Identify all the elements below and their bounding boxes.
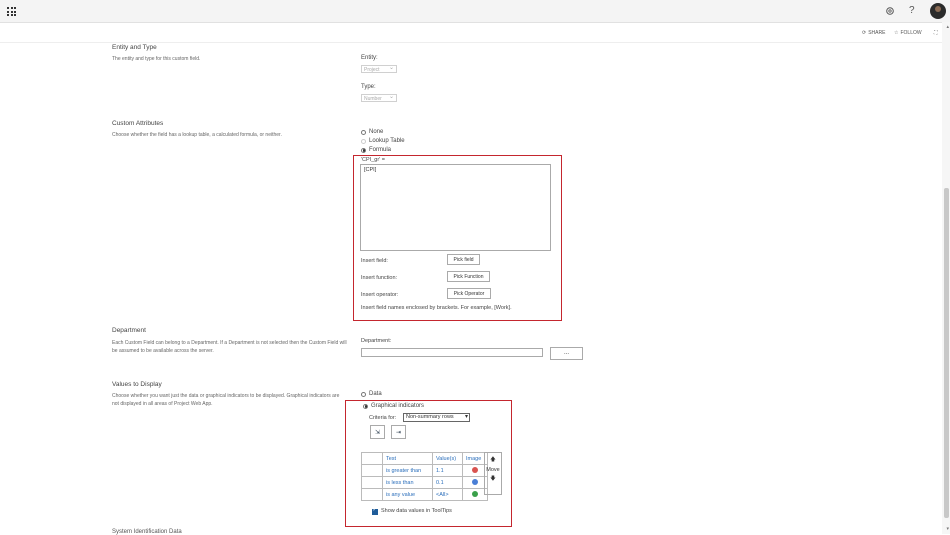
scrollbar-thumb[interactable] bbox=[944, 188, 949, 518]
scroll-up-icon[interactable]: ▴ bbox=[946, 24, 949, 30]
move-down-icon[interactable]: 🡇 bbox=[485, 475, 501, 484]
red-indicator-icon bbox=[472, 466, 478, 473]
add-criteria-icon[interactable]: ⇲ bbox=[370, 425, 385, 439]
gear-icon[interactable] bbox=[885, 6, 895, 16]
table-header-select bbox=[361, 452, 383, 465]
next-section-title: System Identification Data bbox=[112, 529, 182, 535]
row-selector[interactable] bbox=[361, 476, 383, 489]
blue-indicator-icon bbox=[472, 478, 478, 485]
insert-field-label: Insert field: bbox=[361, 258, 388, 264]
indicators-table: Test Value(s) Image is greater than 1.1 … bbox=[361, 452, 488, 501]
table-header-test: Test bbox=[382, 452, 433, 465]
department-description: Each Custom Field can belong to a Depart… bbox=[112, 340, 347, 354]
share-icon: ⟳ bbox=[862, 30, 867, 36]
row-value[interactable]: <All> bbox=[432, 488, 463, 501]
department-title: Department bbox=[112, 327, 146, 334]
top-bar: ? bbox=[0, 0, 950, 23]
pick-field-button[interactable]: Pick field bbox=[447, 254, 480, 265]
radio-graphical-indicators[interactable]: Graphical indicators bbox=[363, 403, 424, 409]
formula-text: [CPI] bbox=[364, 167, 377, 173]
department-label: Department: bbox=[361, 338, 392, 344]
row-value[interactable]: 0.1 bbox=[432, 476, 463, 489]
radio-data-button[interactable] bbox=[361, 391, 366, 397]
follow-label: FOLLOW bbox=[900, 30, 922, 36]
command-bar: ⟳ SHARE ☆ FOLLOW ⛶ bbox=[0, 28, 950, 42]
row-test[interactable]: is less than bbox=[382, 476, 433, 489]
formula-header: 'CPI_gr' = bbox=[361, 157, 385, 163]
show-tooltips-label: Show data values in ToolTips bbox=[381, 508, 452, 514]
radio-formula-button[interactable] bbox=[361, 147, 366, 153]
type-label: Type: bbox=[361, 84, 376, 90]
app-launcher-icon[interactable] bbox=[7, 7, 16, 16]
radio-lookup-button[interactable] bbox=[361, 138, 366, 144]
remove-criteria-icon[interactable]: ⇥ bbox=[391, 425, 406, 439]
radio-none-button[interactable] bbox=[361, 129, 366, 135]
scroll-down-icon[interactable]: ▾ bbox=[946, 526, 949, 532]
radio-lookup-label: Lookup Table bbox=[369, 138, 405, 144]
table-row[interactable]: is any value <All> bbox=[361, 488, 488, 501]
radio-none[interactable]: None bbox=[361, 129, 383, 135]
radio-data[interactable]: Data bbox=[361, 391, 382, 397]
entity-select: Project bbox=[361, 64, 397, 73]
department-browse-button[interactable]: ... bbox=[550, 347, 583, 360]
insert-operator-label: Insert operator: bbox=[361, 292, 399, 298]
radio-data-label: Data bbox=[369, 391, 382, 397]
move-control: 🡅 Move 🡇 bbox=[484, 452, 502, 495]
row-selector[interactable] bbox=[361, 488, 383, 501]
table-row[interactable]: is greater than 1.1 bbox=[361, 464, 488, 477]
show-tooltips-checkbox[interactable] bbox=[372, 507, 378, 515]
radio-none-label: None bbox=[369, 129, 384, 135]
divider bbox=[0, 42, 942, 43]
insert-function-label: Insert function: bbox=[361, 275, 398, 281]
share-button[interactable]: ⟳ SHARE bbox=[862, 30, 885, 36]
values-display-title: Values to Display bbox=[112, 381, 162, 388]
help-icon[interactable]: ? bbox=[909, 5, 915, 16]
follow-button[interactable]: ☆ FOLLOW bbox=[894, 30, 922, 36]
formula-textarea[interactable]: [CPI] bbox=[360, 164, 551, 251]
radio-formula-label: Formula bbox=[369, 147, 392, 153]
avatar[interactable] bbox=[930, 3, 946, 19]
type-select: Number bbox=[361, 93, 397, 102]
move-label: Move bbox=[486, 467, 500, 473]
custom-attributes-description: Choose whether the field has a lookup ta… bbox=[112, 132, 282, 138]
move-up-icon[interactable]: 🡅 bbox=[485, 456, 501, 465]
green-indicator-icon bbox=[472, 490, 478, 497]
radio-lookup-table[interactable]: Lookup Table bbox=[361, 138, 405, 144]
focus-mode-icon[interactable]: ⛶ bbox=[934, 30, 938, 36]
row-test[interactable]: is any value bbox=[382, 488, 433, 501]
radio-graphical-label: Graphical indicators bbox=[371, 403, 425, 409]
entity-label: Entity: bbox=[361, 55, 378, 61]
criteria-label: Criteria for: bbox=[369, 415, 397, 421]
criteria-select[interactable]: Non-summary rows bbox=[403, 413, 470, 422]
radio-graphical-button[interactable] bbox=[363, 403, 368, 409]
pick-function-button[interactable]: Pick Function bbox=[447, 271, 490, 282]
entity-type-description: The entity and type for this custom fiel… bbox=[112, 56, 201, 62]
table-header-row: Test Value(s) Image bbox=[361, 452, 488, 465]
pick-operator-button[interactable]: Pick Operator bbox=[447, 288, 491, 299]
entity-type-title: Entity and Type bbox=[112, 44, 157, 51]
star-icon: ☆ bbox=[894, 30, 899, 36]
table-row[interactable]: is less than 0.1 bbox=[361, 476, 488, 489]
radio-formula[interactable]: Formula bbox=[361, 147, 391, 153]
formula-hint: Insert field names enclosed by brackets.… bbox=[361, 305, 512, 311]
values-display-description: Choose whether you want just the data or… bbox=[112, 393, 340, 407]
row-test[interactable]: is greater than bbox=[382, 464, 433, 477]
custom-attributes-title: Custom Attributes bbox=[112, 120, 164, 127]
table-header-values: Value(s) bbox=[432, 452, 463, 465]
department-input[interactable] bbox=[361, 348, 543, 357]
row-selector[interactable] bbox=[361, 464, 383, 477]
row-value[interactable]: 1.1 bbox=[432, 464, 463, 477]
share-label: SHARE bbox=[868, 30, 886, 36]
